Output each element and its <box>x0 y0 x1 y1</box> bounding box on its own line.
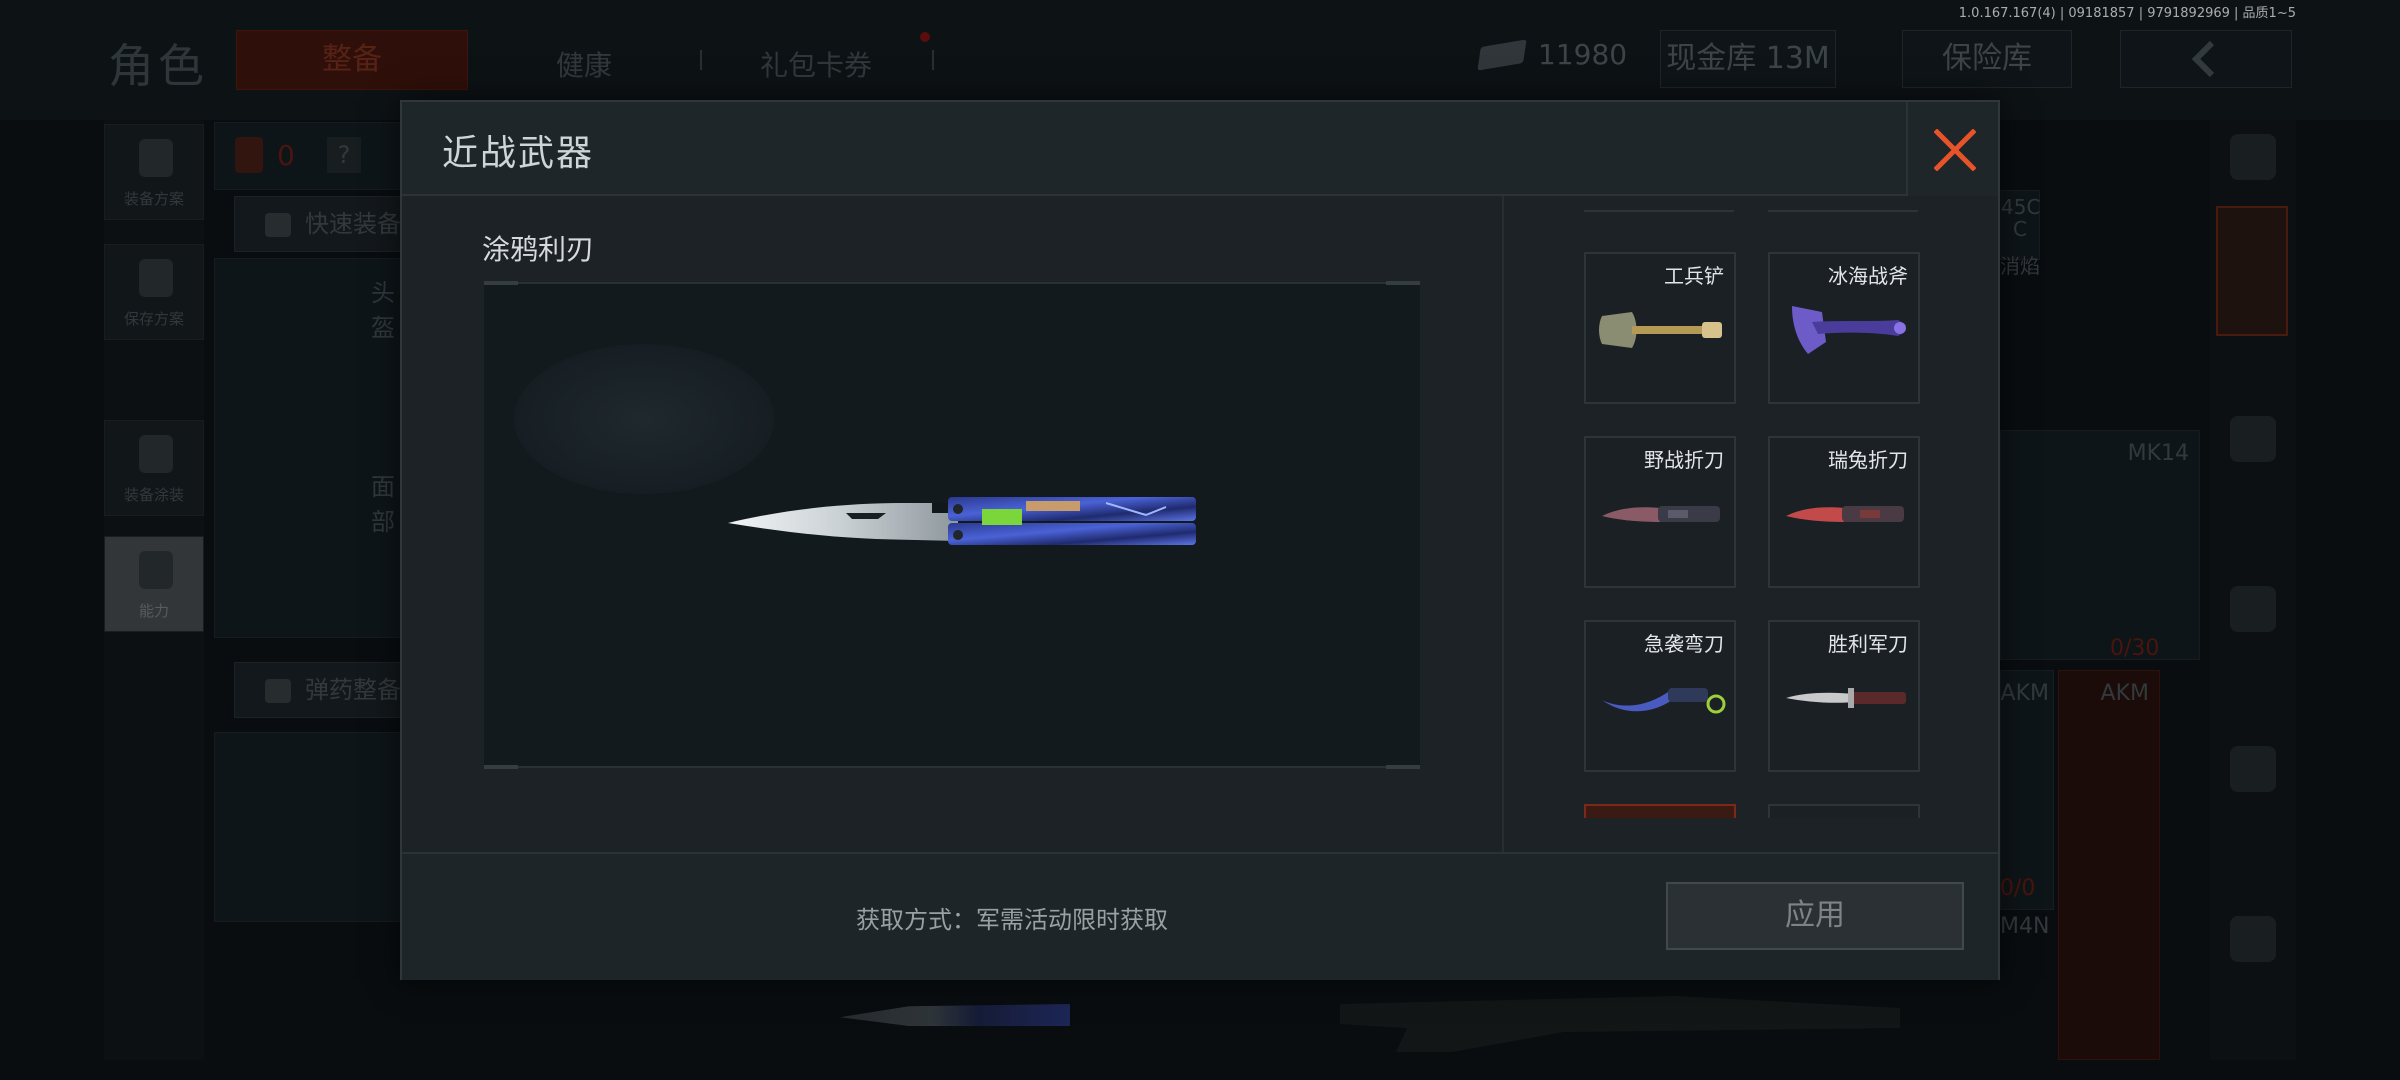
karambit-icon <box>1602 688 1726 714</box>
victory-knife-icon <box>1786 688 1906 708</box>
weapon-preview-area: 涂鸦利刃 <box>402 196 1502 852</box>
weapon-item-victory-knife[interactable]: 胜利军刀 <box>1768 620 1920 772</box>
melee-weapon-list[interactable]: 工兵铲 冰海战斧 野战折刀 瑞兔折刀 急袭弯刀 胜利军刀 <box>1504 196 1998 852</box>
weapon-item-axe[interactable]: 冰海战斧 <box>1768 252 1920 404</box>
item-name: 工兵铲 <box>1664 264 1724 288</box>
shovel-icon <box>1599 312 1722 348</box>
weapon-item-selected[interactable] <box>1584 804 1736 818</box>
item-name: 急袭弯刀 <box>1644 632 1724 656</box>
melee-weapon-dialog: 近战武器 涂鸦利刃 工兵铲 冰海战斧 野战折刀 瑞兔折刀 急袭弯刀 胜利军刀 获… <box>400 100 2000 980</box>
item-name: 瑞兔折刀 <box>1828 448 1908 472</box>
field-knife-icon <box>1602 506 1720 522</box>
frame-corner <box>484 281 518 285</box>
game-screen: 角色 整备 健康 礼包卡券 11980 现金库 13M 保险库 1.0.167.… <box>0 0 2400 1080</box>
item-name: 胜利军刀 <box>1828 632 1908 656</box>
dialog-header: 近战武器 <box>402 102 1998 196</box>
butterfly-knife-illustration <box>728 497 1196 545</box>
dialog-title: 近战武器 <box>442 133 595 174</box>
weapon-item-rabbit-knife[interactable]: 瑞兔折刀 <box>1768 436 1920 588</box>
weapon-preview-box <box>484 281 1420 769</box>
axe-icon <box>1792 306 1906 354</box>
item-name: 冰海战斧 <box>1828 264 1908 288</box>
item-name: 野战折刀 <box>1644 448 1724 472</box>
close-x-icon <box>1934 129 1976 171</box>
list-edge <box>1768 210 1918 212</box>
close-button[interactable] <box>1906 102 1998 196</box>
obtain-method-text: 获取方式：军需活动限时获取 <box>856 906 1168 934</box>
weapon-item-shovel[interactable]: 工兵铲 <box>1584 252 1736 404</box>
rabbit-knife-icon <box>1786 506 1904 522</box>
weapon-item[interactable] <box>1768 804 1920 818</box>
weapon-item-field-knife[interactable]: 野战折刀 <box>1584 436 1736 588</box>
weapon-item-karambit[interactable]: 急袭弯刀 <box>1584 620 1736 772</box>
frame-corner <box>484 765 518 769</box>
list-edge <box>1584 210 1734 212</box>
shadow-blob <box>514 344 774 494</box>
apply-button[interactable]: 应用 <box>1666 882 1964 950</box>
selected-weapon-name: 涂鸦利刃 <box>482 233 595 266</box>
frame-corner <box>1386 281 1420 285</box>
dialog-footer: 获取方式：军需活动限时获取 应用 <box>402 852 1998 980</box>
frame-corner <box>1386 765 1420 769</box>
